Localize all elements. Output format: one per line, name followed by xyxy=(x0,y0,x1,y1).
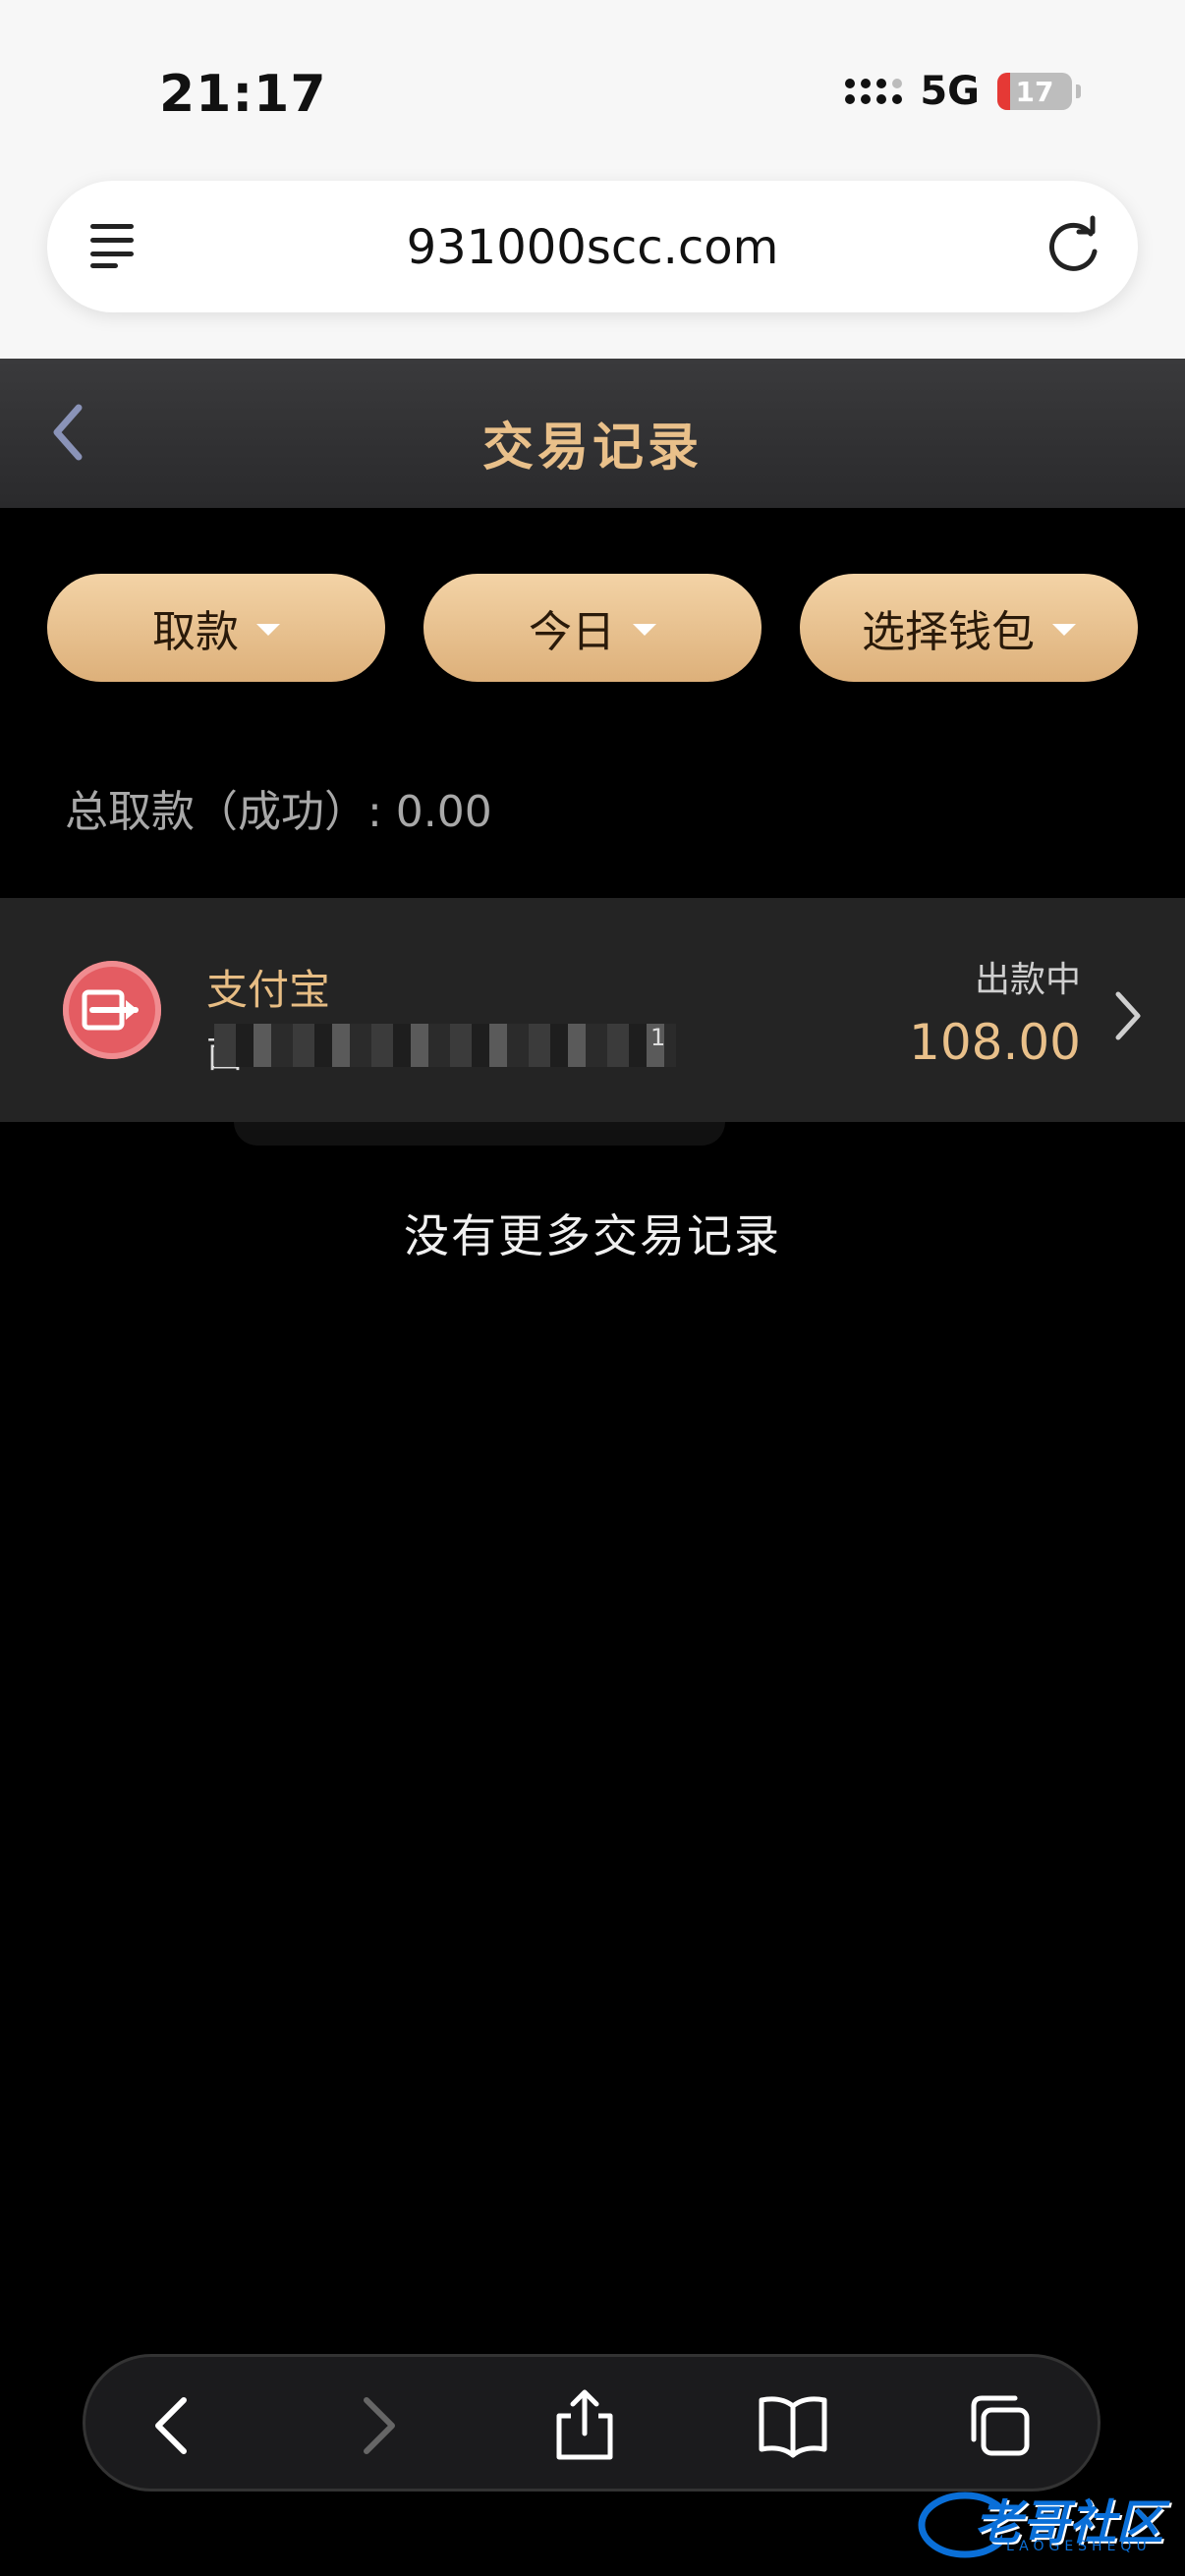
watermark-logo: 老哥社区 LAOGESHEQU xyxy=(914,2476,1169,2564)
app-header: 交易记录 xyxy=(0,359,1185,508)
total-withdrawal: 总取款（成功）: 0.00 xyxy=(65,787,492,837)
mosaic-redaction xyxy=(214,1024,676,1067)
browser-forward-icon[interactable] xyxy=(337,2386,416,2465)
status-time: 21:17 xyxy=(159,65,327,124)
watermark-subtext: LAOGESHEQU xyxy=(1006,2539,1152,2554)
withdrawal-status: 出款中 xyxy=(974,960,1081,1000)
caret-down-icon xyxy=(256,624,280,636)
reload-icon[interactable] xyxy=(1040,212,1108,281)
page-title: 交易记录 xyxy=(481,419,703,477)
account-suffix: 1 xyxy=(650,1024,666,1051)
tabs-icon[interactable] xyxy=(960,2386,1039,2465)
withdraw-icon xyxy=(63,961,161,1059)
transaction-row[interactable]: 支付宝 茵 1 出款中 108.00 xyxy=(0,898,1185,1122)
battery-percent: 17 xyxy=(1015,76,1054,108)
account-masked: 茵 1 xyxy=(206,1024,678,1076)
network-type: 5G xyxy=(920,69,980,114)
url-text[interactable]: 931000scc.com xyxy=(47,220,1138,275)
status-bar: 21:17 5G 17 931000scc.com xyxy=(0,0,1185,359)
battery-cap xyxy=(1076,84,1081,98)
browser-back-icon[interactable] xyxy=(135,2386,213,2465)
address-bar[interactable]: 931000scc.com xyxy=(47,181,1138,312)
filter-bar: 取款 今日 选择钱包 xyxy=(47,574,1138,682)
battery-icon: 17 xyxy=(997,73,1072,110)
no-more-records: 没有更多交易记录 xyxy=(404,1209,781,1262)
share-icon[interactable] xyxy=(545,2386,624,2465)
wallet-filter-label: 选择钱包 xyxy=(862,607,1035,657)
caret-down-icon xyxy=(633,624,656,636)
redaction-smudge xyxy=(234,1122,725,1146)
wallet-filter-dropdown[interactable]: 选择钱包 xyxy=(800,574,1138,682)
caret-down-icon xyxy=(1052,624,1076,636)
bookmarks-icon[interactable] xyxy=(754,2386,832,2465)
date-filter-dropdown[interactable]: 今日 xyxy=(423,574,762,682)
payment-method: 支付宝 xyxy=(206,966,331,1014)
status-indicators: 5G 17 xyxy=(845,69,1081,114)
type-filter-dropdown[interactable]: 取款 xyxy=(47,574,385,682)
chevron-right-icon xyxy=(1115,991,1141,1040)
date-filter-label: 今日 xyxy=(529,607,615,657)
signal-icon xyxy=(845,79,903,104)
browser-toolbar xyxy=(83,2354,1100,2492)
withdrawal-amount: 108.00 xyxy=(909,1014,1081,1071)
type-filter-label: 取款 xyxy=(152,607,239,657)
